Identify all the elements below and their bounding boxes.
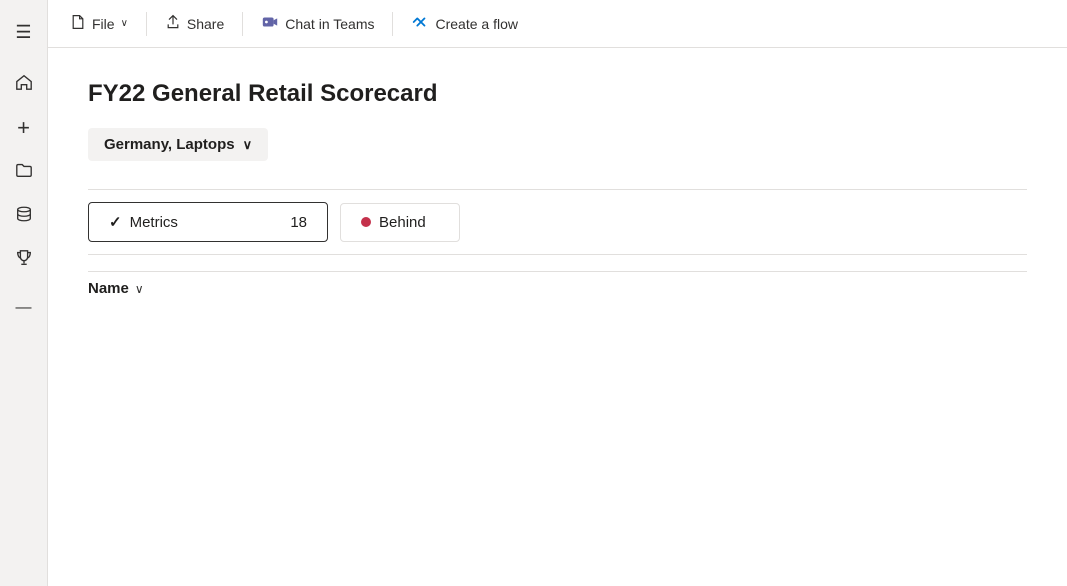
- tab-metrics-left: ✓ Metrics: [109, 213, 178, 231]
- check-icon: ✓: [109, 213, 122, 231]
- main-area: File ∨ Share: [48, 0, 1067, 586]
- metrics-count: 18: [290, 214, 307, 231]
- toolbar: File ∨ Share: [48, 0, 1067, 48]
- chat-teams-button[interactable]: Chat in Teams: [251, 7, 384, 40]
- sidebar-item-more[interactable]: —: [4, 288, 44, 328]
- toolbar-divider-1: [146, 12, 147, 36]
- tab-metrics[interactable]: ✓ Metrics 18: [88, 202, 328, 242]
- sidebar-item-hamburger[interactable]: ☰: [4, 12, 44, 52]
- create-flow-button[interactable]: Create a flow: [401, 7, 527, 40]
- add-icon: +: [17, 117, 30, 139]
- filter-dropdown-button[interactable]: Germany, Laptops ∨: [88, 128, 268, 161]
- file-icon: [70, 14, 86, 33]
- filter-label: Germany, Laptops: [104, 136, 235, 153]
- name-column-label: Name: [88, 280, 129, 297]
- flow-icon: [411, 13, 429, 34]
- hamburger-icon: ☰: [15, 23, 31, 41]
- sidebar-item-trophy[interactable]: [4, 240, 44, 280]
- filter-row: Germany, Laptops ∨: [88, 128, 1027, 161]
- tab-behind[interactable]: Behind: [340, 203, 460, 242]
- sidebar-item-add[interactable]: +: [4, 108, 44, 148]
- tab-row: ✓ Metrics 18 Behind: [88, 189, 1027, 255]
- chat-teams-label: Chat in Teams: [285, 16, 374, 32]
- share-icon: [165, 14, 181, 33]
- create-flow-label: Create a flow: [435, 16, 517, 32]
- metrics-label: Metrics: [130, 214, 178, 231]
- name-chevron-icon: ∨: [135, 282, 144, 296]
- home-icon: [15, 73, 33, 96]
- name-row: Name ∨: [88, 271, 1027, 305]
- behind-label: Behind: [379, 214, 426, 231]
- share-label: Share: [187, 16, 224, 32]
- folder-icon: [15, 161, 33, 184]
- trophy-icon: [15, 249, 33, 272]
- file-label: File: [92, 16, 115, 32]
- page-content: FY22 General Retail Scorecard Germany, L…: [48, 48, 1067, 586]
- sidebar-item-folder[interactable]: [4, 152, 44, 192]
- sidebar-item-database[interactable]: [4, 196, 44, 236]
- sidebar: ☰ +: [0, 0, 48, 586]
- sidebar-item-home[interactable]: [4, 64, 44, 104]
- more-icon: —: [16, 299, 32, 317]
- teams-icon: [261, 13, 279, 34]
- toolbar-divider-3: [392, 12, 393, 36]
- database-icon: [15, 205, 33, 228]
- filter-chevron-icon: ∨: [243, 137, 253, 153]
- share-button[interactable]: Share: [155, 8, 234, 39]
- file-chevron-icon: ∨: [121, 18, 128, 29]
- file-button[interactable]: File ∨: [60, 8, 138, 39]
- toolbar-divider-2: [242, 12, 243, 36]
- page-title: FY22 General Retail Scorecard: [88, 80, 1027, 108]
- behind-dot-icon: [361, 217, 371, 227]
